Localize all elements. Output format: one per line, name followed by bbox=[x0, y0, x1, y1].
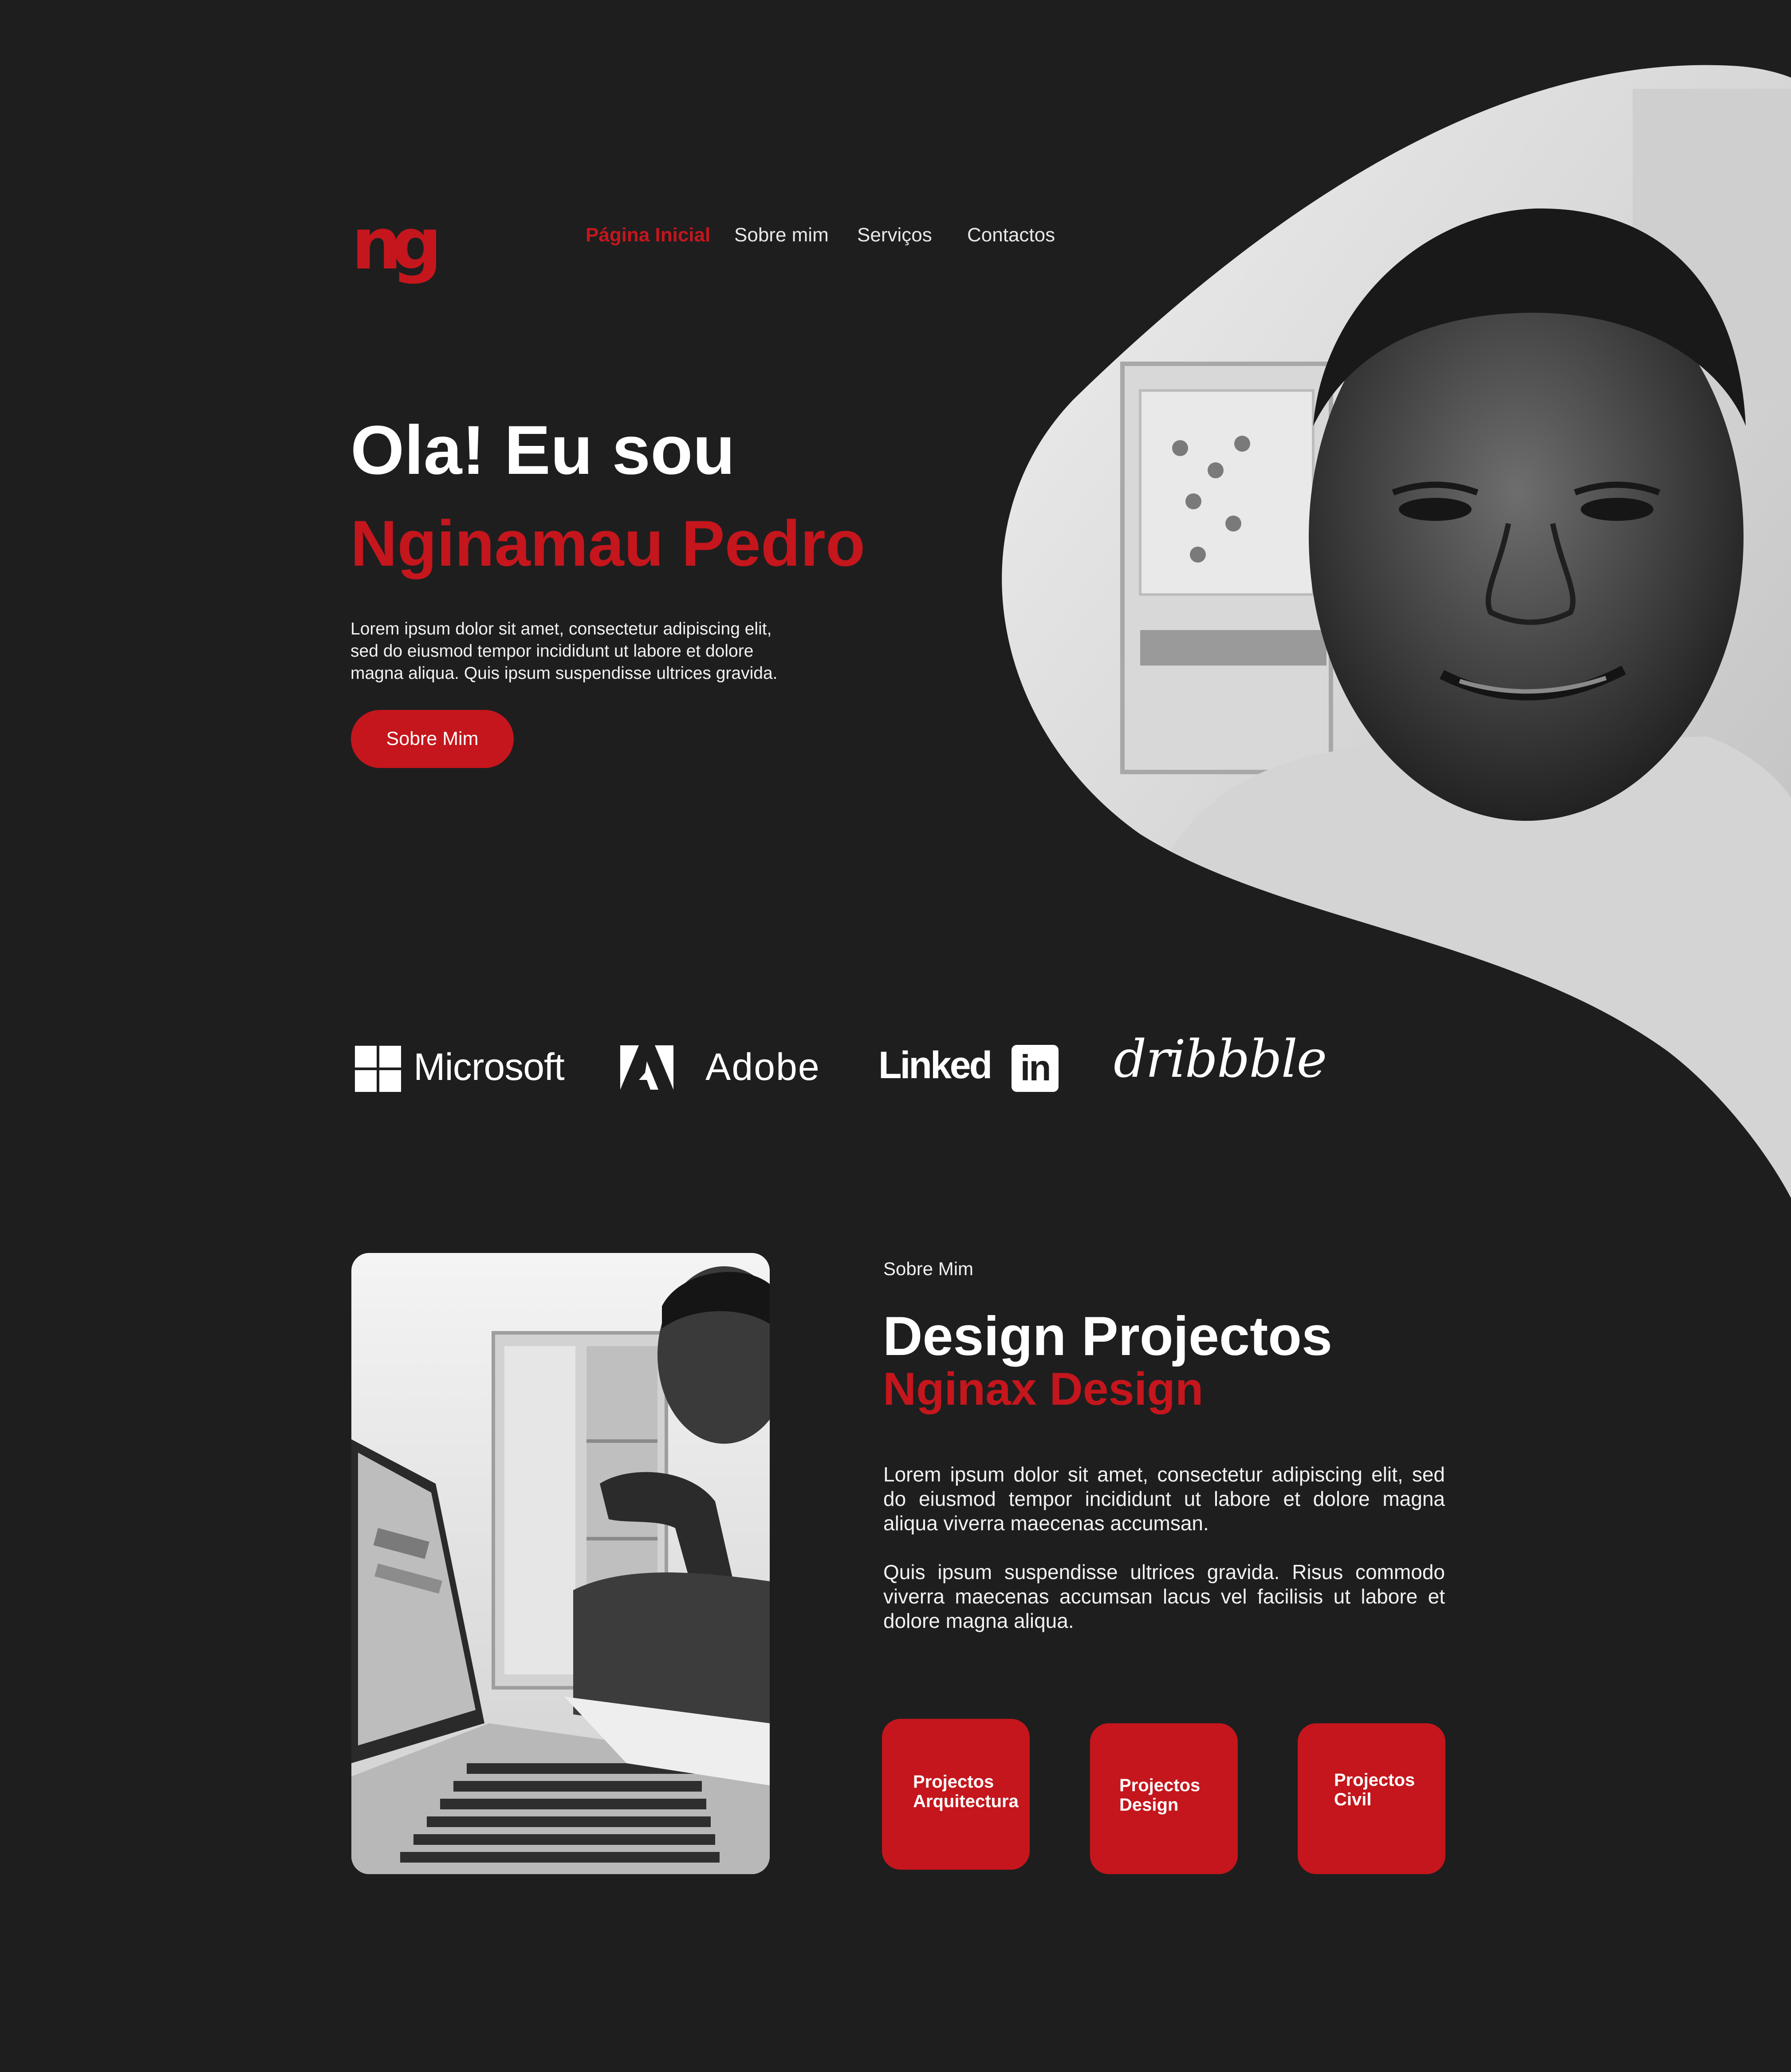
sobre-mim-button[interactable]: Sobre Mim bbox=[351, 710, 514, 768]
project-card-label: Projectos Civil bbox=[1334, 1770, 1415, 1809]
linkedin-logo-icon: in bbox=[1012, 1045, 1059, 1092]
nav-item-pagina-inicial[interactable]: Página Inicial bbox=[586, 225, 710, 245]
linkedin-wordmark: Linked bbox=[878, 1044, 992, 1087]
about-subtitle: Nginax Design bbox=[883, 1363, 1204, 1415]
hero-name: Nginamau Pedro bbox=[350, 507, 866, 579]
hero-description: Lorem ipsum dolor sit amet, consectetur … bbox=[350, 619, 778, 683]
about-paragraph: Quis ipsum suspendisse ultrices gravida.… bbox=[883, 1560, 1445, 1633]
nav-item-servicos[interactable]: Serviços bbox=[857, 225, 932, 245]
laptop-work-photo bbox=[351, 1253, 770, 1874]
project-card-label: Projectos Design bbox=[1119, 1776, 1201, 1815]
project-card-civil[interactable]: Projectos Civil bbox=[1298, 1723, 1445, 1874]
about-title: Design Projectos bbox=[883, 1306, 1332, 1367]
about-eyebrow: Sobre Mim bbox=[883, 1258, 974, 1279]
hero-greeting: Ola! Eu sou bbox=[350, 412, 735, 489]
adobe-logo-icon bbox=[620, 1045, 673, 1090]
adobe-wordmark: Adobe bbox=[705, 1046, 820, 1088]
hero-portrait-photo bbox=[1002, 65, 1791, 1198]
about-paragraph: Lorem ipsum dolor sit amet, consectetur … bbox=[883, 1463, 1445, 1535]
sobre-mim-button-label: Sobre Mim bbox=[386, 728, 479, 749]
microsoft-wordmark: Microsoft bbox=[413, 1046, 565, 1088]
microsoft-logo-icon bbox=[355, 1046, 401, 1092]
nav-item-contactos[interactable]: Contactos bbox=[967, 225, 1055, 245]
nav-item-sobre-mim[interactable]: Sobre mim bbox=[734, 225, 829, 245]
project-card-design[interactable]: Projectos Design bbox=[1090, 1723, 1238, 1874]
dribbble-logo-icon: dribbble bbox=[1114, 1029, 1327, 1089]
project-card-label: Projectos Arquitectura bbox=[913, 1772, 1019, 1811]
project-card-arquitectura[interactable]: Projectos Arquitectura bbox=[882, 1719, 1030, 1870]
site-logo[interactable]: ng bbox=[351, 209, 442, 280]
linkedin-badge-text: in bbox=[1020, 1048, 1051, 1088]
